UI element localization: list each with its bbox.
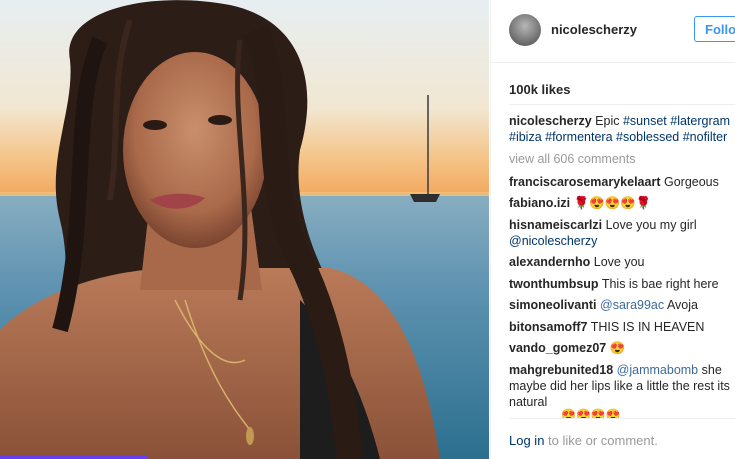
caption-text: Epic (595, 114, 620, 128)
comment-username[interactable]: fabiano.izi (509, 196, 570, 210)
comment-text: This is bae right here (601, 276, 719, 291)
divider (509, 418, 735, 419)
author-username[interactable]: nicolescherzy (551, 22, 637, 37)
comment-username[interactable]: vando_gomez07 (509, 341, 606, 355)
comments-list: nicolescherzy Epic #sunset #latergram #i… (509, 113, 734, 415)
login-prompt-text: to like or comment. (548, 433, 658, 448)
comment-text: Love you (593, 255, 645, 269)
comment-item: alexandernho Love you (509, 254, 734, 270)
comment-username[interactable]: alexandernho (509, 255, 590, 269)
comment-username[interactable]: simoneolivanti (509, 298, 597, 312)
login-link[interactable]: Log in (509, 433, 544, 448)
clipped-comment-row: 😍😍😍😍 (491, 408, 735, 418)
likes-count[interactable]: 100k likes (509, 82, 570, 97)
comment-username[interactable]: mahgrebunited18 (509, 363, 613, 377)
comment-item: mahgrebunited18 @jammabomb she maybe did… (509, 362, 734, 410)
view-all-comments-link[interactable]: view all 606 comments (509, 151, 734, 167)
comment-item: fabiano.izi 🌹😍😍😍🌹 (509, 195, 734, 211)
post-sidebar: nicolescherzy Follow 100k likes nicolesc… (490, 0, 735, 459)
comment-username[interactable]: twonthumbsup (509, 277, 599, 291)
comment-mention[interactable]: @nicolescherzy (509, 234, 597, 248)
post-header: nicolescherzy Follow (491, 0, 735, 63)
comment-text: Avoja (666, 298, 698, 312)
comment-text: 😍 (609, 341, 626, 355)
comment-text: 🌹😍😍😍🌹 (573, 196, 652, 210)
comment-item: vando_gomez07 😍 (509, 340, 734, 356)
comment-mention[interactable]: @sara99ac (600, 298, 664, 312)
comment-username[interactable]: hisnameiscarlzi (509, 218, 602, 232)
photo-illustration (0, 0, 489, 459)
comment-username[interactable]: bitonsamoff7 (509, 320, 587, 334)
comment-item: franciscarosemarykelaart Gorgeous (509, 174, 734, 190)
post-photo[interactable] (0, 0, 489, 459)
caption-hashtags-2[interactable]: #ibiza #formentera #soblessed #nofilter (509, 130, 727, 144)
caption-hashtags-1[interactable]: #sunset #latergram (623, 114, 730, 128)
avatar[interactable] (509, 14, 541, 46)
progress-strip (0, 455, 148, 459)
follow-button[interactable]: Follow (694, 16, 735, 42)
comment-item: twonthumbsup This is bae right here (509, 276, 734, 292)
comment-text: THIS IS IN HEAVEN (590, 319, 705, 334)
comment-text: Love you my girl (605, 217, 697, 232)
comment-text: Gorgeous (663, 174, 719, 189)
clipped-comment-text: 😍😍😍😍 (561, 408, 621, 418)
login-prompt: Log in to like or comment. (509, 433, 658, 448)
comment-item: simoneolivanti @sara99ac Avoja (509, 297, 734, 313)
comment-item: hisnameiscarlzi Love you my girl @nicole… (509, 217, 734, 249)
divider (509, 104, 735, 105)
comment-username[interactable]: franciscarosemarykelaart (509, 175, 661, 189)
comment-item: bitonsamoff7 THIS IS IN HEAVEN (509, 319, 734, 335)
caption-username[interactable]: nicolescherzy (509, 114, 592, 128)
caption: nicolescherzy Epic #sunset #latergram #i… (509, 113, 734, 145)
comment-mention[interactable]: @jammabomb (617, 363, 698, 377)
